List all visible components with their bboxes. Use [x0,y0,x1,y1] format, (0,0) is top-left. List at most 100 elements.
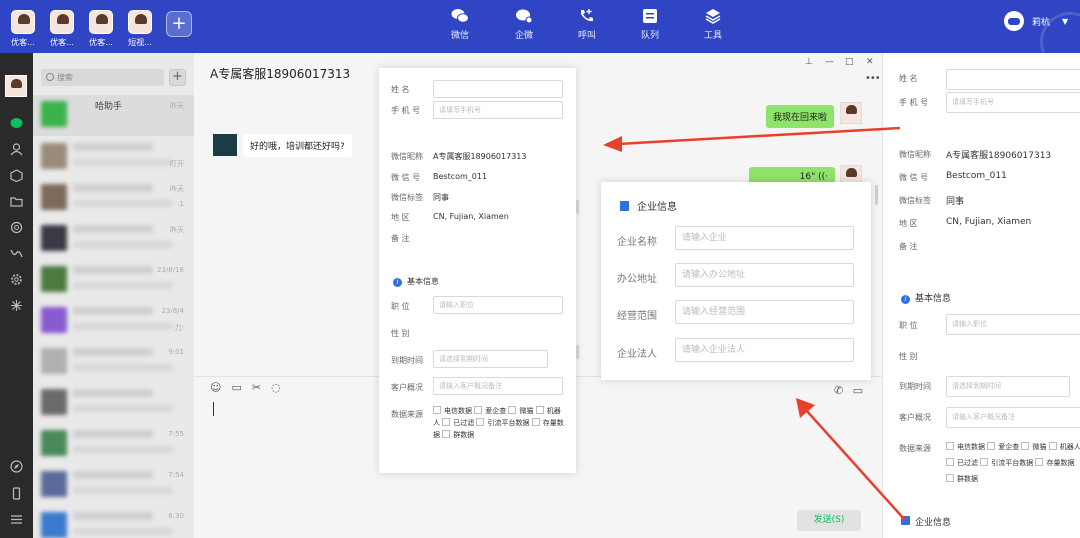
expire-date-field[interactable]: 请选择到期时间 [946,376,1070,397]
conversation-name: 哈助手 [95,102,123,112]
account-label: 优客... [11,38,35,47]
business-scope-field[interactable]: 请输入经营范围 [675,300,854,324]
scrollbar[interactable] [576,345,579,359]
conversation-time: 7:54 [168,471,184,479]
scrollbar[interactable] [576,200,579,214]
source-checkboxes: 电信数据 爱企查 微猫 机器人 已过滤 引流平台数据 存量数据 群数据 [946,439,1080,487]
contacts-icon[interactable] [10,143,23,156]
search-input[interactable]: 搜索 [41,69,164,86]
checkbox[interactable] [442,430,451,438]
emoji-icon[interactable]: ☺ [210,381,221,394]
box-icon[interactable] [10,169,23,182]
checkbox[interactable] [946,474,954,482]
phone-field[interactable]: 请填写手机号 [433,101,563,119]
call-icons: ✆ ▭ [834,384,863,397]
job-label: 职 位 [391,302,410,311]
nav-work-wechat[interactable]: 企微 [506,8,542,41]
list-item[interactable]: 哈助手 昨天 [33,95,194,136]
checkbox[interactable] [980,458,989,466]
video-icon[interactable]: ▭ [853,384,863,397]
mini-program-icon[interactable] [10,247,23,260]
list-item[interactable]: 昨天 [33,219,194,260]
checkbox[interactable] [476,418,485,426]
folder-icon[interactable] [10,195,23,208]
compass-icon[interactable] [10,460,23,473]
nav-label: 呼叫 [577,31,596,41]
checkbox[interactable] [474,406,483,414]
list-item[interactable]: 23/8/4 力: [33,301,194,342]
checkbox[interactable] [946,458,954,466]
contact-avatar[interactable] [213,134,237,156]
source-option: 电信数据 [444,407,472,415]
add-chat-button[interactable]: + [169,69,186,86]
name-field[interactable] [433,80,563,98]
phone-icon[interactable]: ✆ [834,384,843,397]
maximize-icon[interactable]: □ [845,57,854,67]
chat-icon[interactable] [10,117,23,130]
source-checkboxes: 电信数据 爱企查 微猫 机器人 已过滤 引流平台数据 存量数据 群数据 [433,405,565,441]
conversation-avatar [41,225,67,251]
customer-overview-field[interactable]: 请输入客户概况备注 [946,407,1080,428]
gender-label: 性 别 [391,329,410,338]
checkbox[interactable] [1035,458,1044,466]
source-option: 已过滤 [453,419,475,427]
nickname-value: A专属客服18906017313 [946,151,1052,161]
list-item[interactable]: 7:54 [33,465,194,506]
list-item[interactable]: 昨天 :1 [33,178,194,219]
office-address-field[interactable]: 请输入办公地址 [675,263,854,287]
customer-overview-label: 客户概况 [391,383,423,392]
nav-wechat[interactable]: 微信 [442,8,478,41]
my-avatar[interactable] [5,75,27,97]
checkbox[interactable] [987,442,996,450]
minimize-icon[interactable]: — [825,57,834,67]
company-name-field[interactable]: 请输入企业 [675,226,854,250]
customer-overview-field[interactable]: 请输入客户概况备注 [433,377,563,395]
gear-icon[interactable] [10,273,23,286]
nav-tools[interactable]: 工具 [695,8,731,41]
checkbox[interactable] [1048,442,1057,450]
list-item[interactable]: 6:30 [33,506,194,538]
account-tab-2[interactable]: 优客... [45,10,79,48]
scissors-icon[interactable]: ✂ [252,381,261,394]
conversation-message [73,282,173,289]
name-field[interactable] [946,69,1080,90]
checkbox[interactable] [442,418,451,426]
mobile-icon[interactable] [10,487,23,500]
list-item[interactable]: 叮开 [33,137,194,178]
nav-queue[interactable]: 队列 [632,8,668,41]
scrollbar[interactable] [875,185,878,205]
list-item[interactable] [33,383,194,424]
close-icon[interactable]: ✕ [866,57,874,67]
outgoing-message: 我现在回来啦 [766,105,835,128]
send-button[interactable]: 发送(S) [797,510,861,531]
checkbox[interactable] [946,442,954,450]
list-item[interactable]: 7:55 [33,424,194,465]
checkbox[interactable] [531,418,540,426]
more-icon[interactable]: ••• [865,73,881,84]
text-cursor[interactable] [213,402,214,416]
sparkle-icon[interactable] [10,299,23,312]
folder-icon[interactable]: ▭ [231,381,241,394]
region-label: 地 区 [391,213,410,222]
account-tab-1[interactable]: 优客... [6,10,40,48]
phone-field[interactable]: 请填写手机号 [946,92,1080,113]
checkbox[interactable] [1021,442,1030,450]
checkbox[interactable] [433,406,441,414]
list-item[interactable]: 23/8/18 [33,260,194,301]
list-item[interactable]: 9:01 [33,342,194,383]
checkbox[interactable] [535,406,544,414]
pin-icon[interactable]: ⊥ [805,57,813,67]
expire-date-field[interactable]: 请选择到期时间 [433,350,548,368]
checkbox[interactable] [508,406,517,414]
add-account-button[interactable]: + [166,11,192,37]
nav-call[interactable]: 呼叫 [569,8,605,41]
account-tab-4[interactable]: 短视... [123,10,157,48]
legal-person-field[interactable]: 请输入企业法人 [675,338,854,362]
menu-icon[interactable] [10,513,23,526]
moments-icon[interactable] [10,221,23,234]
account-tab-3[interactable]: 优客... [84,10,118,48]
tag-label: 微信标签 [391,193,423,202]
job-field[interactable]: 请输入职位 [946,314,1080,335]
job-field[interactable]: 请输入职位 [433,296,563,314]
comment-icon[interactable]: ◌ [271,381,281,394]
